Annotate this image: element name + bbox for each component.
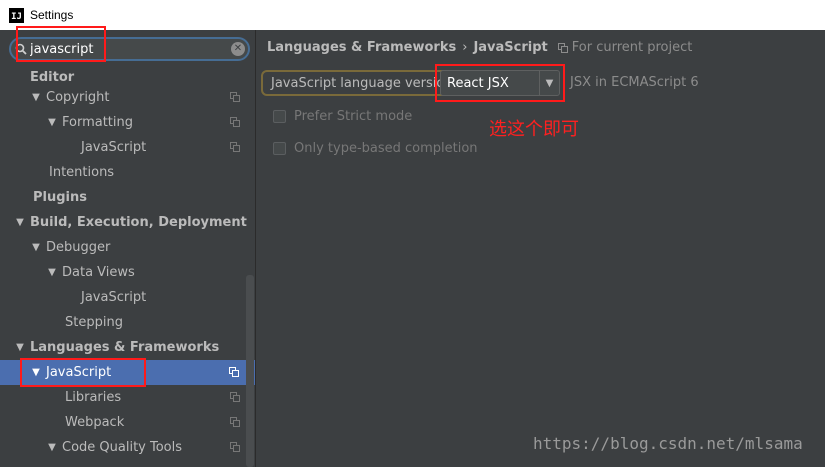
chevron-down-icon[interactable]: ▼	[30, 92, 42, 103]
sidebar-item-label: Copyright	[46, 90, 110, 105]
sidebar-item-plugins[interactable]: Plugins	[0, 185, 256, 210]
sidebar-item-stepping[interactable]: Stepping	[0, 310, 256, 335]
breadcrumb-section[interactable]: Languages & Frameworks	[267, 40, 456, 55]
annotation-text: 选这个即可	[489, 119, 579, 140]
chevron-down-icon[interactable]: ▼	[46, 117, 58, 128]
prefer-strict-mode-checkbox[interactable]	[273, 109, 286, 123]
sidebar-item-label: Debugger	[46, 240, 111, 255]
sidebar-item-code-quality-tools[interactable]: ▼ Code Quality Tools	[0, 435, 256, 460]
prefer-strict-mode-label: Prefer Strict mode	[294, 108, 413, 124]
type-based-completion-checkbox[interactable]	[273, 141, 286, 155]
sidebar-item-build-execution-deployment[interactable]: ▼ Build, Execution, Deployment	[0, 210, 256, 235]
project-scope-icon	[229, 367, 239, 377]
sidebar-scrollbar[interactable]	[246, 275, 254, 467]
scope-note: For current project	[571, 40, 693, 55]
sidebar-item-label: Intentions	[49, 165, 115, 180]
chevron-down-icon[interactable]: ▼	[14, 342, 26, 353]
sidebar-item-intentions[interactable]: Intentions	[0, 160, 256, 185]
sidebar-item-label: Formatting	[62, 115, 134, 130]
sidebar-item-javascript-selected[interactable]: ▼ JavaScript	[0, 360, 255, 385]
project-scope-icon	[230, 117, 240, 127]
window-title: Settings	[30, 8, 74, 22]
intellij-app-icon: IJ	[9, 7, 24, 23]
search-icon	[15, 43, 27, 55]
type-based-completion-option[interactable]: Only type-based completion	[273, 138, 478, 158]
title-bar: IJ Settings	[0, 0, 825, 30]
dropdown-arrow-icon[interactable]: ▼	[539, 71, 559, 95]
project-scope-icon	[230, 142, 240, 152]
sidebar-item-label: JavaScript	[81, 290, 147, 305]
sidebar-item-formatting[interactable]: ▼ Formatting	[0, 110, 256, 135]
chevron-down-icon[interactable]: ▼	[14, 217, 26, 228]
watermark: https://blog.csdn.net/mlsama	[533, 434, 803, 453]
sidebar-item-label: Build, Execution, Deployment	[30, 215, 247, 230]
settings-sidebar: ✕ Editor ▼ Copyright ▼ Formatting JavaSc…	[0, 30, 256, 467]
sidebar-item-label: Libraries	[65, 390, 122, 405]
chevron-down-icon[interactable]: ▼	[46, 442, 58, 453]
dropdown-selected-value: React JSX	[447, 75, 509, 91]
sidebar-item-label: Editor	[30, 70, 75, 85]
prefer-strict-mode-option[interactable]: Prefer Strict mode	[273, 106, 412, 126]
sidebar-item-data-views-javascript[interactable]: JavaScript	[0, 285, 256, 310]
language-version-label: JavaScript language version	[261, 70, 463, 96]
sidebar-item-label: JavaScript	[46, 365, 112, 380]
sidebar-item-label: Stepping	[65, 315, 123, 330]
sidebar-item-label: Plugins	[33, 190, 87, 205]
language-version-note: JSX in ECMAScript 6	[570, 75, 699, 90]
settings-content-panel: Languages & Frameworks › JavaScript For …	[257, 30, 825, 467]
sidebar-item-data-views[interactable]: ▼ Data Views	[0, 260, 256, 285]
sidebar-item-libraries[interactable]: Libraries	[0, 385, 256, 410]
clear-search-icon[interactable]: ✕	[231, 42, 245, 56]
chevron-down-icon[interactable]: ▼	[46, 267, 58, 278]
chevron-down-icon[interactable]: ▼	[30, 242, 42, 253]
search-box[interactable]: ✕	[9, 37, 250, 61]
sidebar-item-label: Code Quality Tools	[62, 440, 183, 455]
project-scope-icon	[230, 442, 240, 452]
chevron-down-icon[interactable]: ▼	[30, 367, 42, 378]
sidebar-item-languages-frameworks[interactable]: ▼ Languages & Frameworks	[0, 335, 256, 360]
breadcrumb: Languages & Frameworks › JavaScript For …	[267, 40, 692, 55]
sidebar-item-label: Languages & Frameworks	[30, 340, 220, 355]
sidebar-item-label: Webpack	[65, 415, 125, 430]
project-scope-icon	[557, 42, 568, 53]
project-scope-icon	[230, 92, 240, 102]
project-scope-icon	[230, 417, 240, 427]
type-based-completion-label: Only type-based completion	[294, 140, 478, 156]
sidebar-item-formatting-javascript[interactable]: JavaScript	[0, 135, 256, 160]
sidebar-item-webpack[interactable]: Webpack	[0, 410, 256, 435]
sidebar-item-copyright[interactable]: ▼ Copyright	[0, 85, 256, 110]
search-input[interactable]	[30, 40, 230, 58]
sidebar-item-label: JavaScript	[81, 140, 147, 155]
sidebar-item-label: Data Views	[62, 265, 135, 280]
breadcrumb-separator: ›	[462, 40, 468, 55]
project-scope-icon	[230, 392, 240, 402]
language-version-dropdown[interactable]: React JSX ▼	[440, 70, 560, 96]
breadcrumb-page: JavaScript	[473, 40, 548, 55]
sidebar-item-debugger[interactable]: ▼ Debugger	[0, 235, 256, 260]
